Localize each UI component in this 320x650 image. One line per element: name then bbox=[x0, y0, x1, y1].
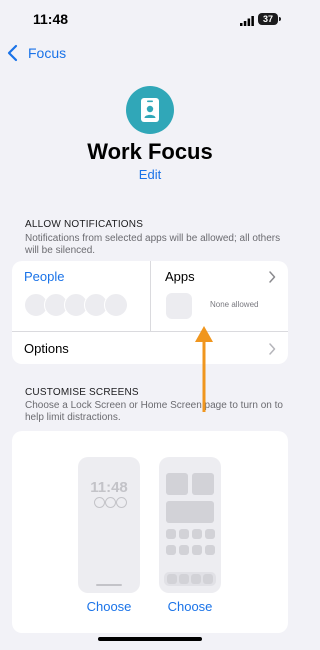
annotation-arrow-icon bbox=[195, 326, 213, 412]
app-icon-placeholder bbox=[191, 574, 201, 584]
chevron-left-icon bbox=[7, 44, 18, 62]
app-icon-placeholder bbox=[179, 529, 189, 539]
app-icon-placeholder bbox=[167, 574, 177, 584]
app-icon-placeholder bbox=[192, 529, 202, 539]
notifications-card: People Apps None allowed Options bbox=[12, 261, 288, 364]
app-icon-placeholder bbox=[179, 574, 189, 584]
app-icon-placeholder bbox=[203, 574, 213, 584]
status-bar: 11:48 37 bbox=[0, 0, 300, 40]
app-icon-placeholder bbox=[192, 545, 202, 555]
people-cell[interactable]: People bbox=[12, 261, 150, 331]
chevron-right-icon bbox=[269, 343, 276, 355]
dock bbox=[164, 572, 216, 586]
app-placeholder-icon bbox=[166, 293, 192, 319]
back-button[interactable]: Focus bbox=[6, 42, 66, 64]
allow-notifications-description: Notifications from selected apps will be… bbox=[25, 233, 281, 256]
apps-status: None allowed bbox=[210, 300, 259, 309]
avatar bbox=[104, 293, 128, 317]
widget-placeholder bbox=[192, 473, 214, 495]
status-time: 11:48 bbox=[33, 11, 69, 27]
allow-notifications-header: ALLOW NOTIFICATIONS bbox=[25, 219, 144, 230]
home-indicator bbox=[98, 637, 202, 641]
choose-lock-screen-button[interactable]: Choose bbox=[78, 599, 140, 614]
widget-placeholder bbox=[166, 501, 214, 523]
app-icon-placeholder bbox=[179, 545, 189, 555]
lock-screen-preview[interactable]: 11:48 bbox=[78, 457, 140, 593]
customise-screens-header: CUSTOMISE SCREENS bbox=[25, 387, 139, 398]
chevron-right-icon bbox=[269, 271, 276, 283]
person-badge-icon bbox=[141, 98, 159, 122]
options-label: Options bbox=[24, 341, 69, 356]
app-icon-placeholder bbox=[166, 529, 176, 539]
lock-screen-time: 11:48 bbox=[90, 479, 128, 496]
screens-card: 11:48 Choose Choose bbox=[12, 431, 288, 633]
app-icon-placeholder bbox=[205, 545, 215, 555]
customise-screens-description: Choose a Lock Screen or Home Screen page… bbox=[25, 400, 283, 423]
home-bar bbox=[96, 584, 122, 586]
widget-circle-icon bbox=[116, 497, 127, 508]
choose-home-screen-button[interactable]: Choose bbox=[159, 599, 221, 614]
widget-placeholder bbox=[166, 473, 188, 495]
battery-icon: 37 bbox=[258, 13, 281, 25]
focus-title: Work Focus bbox=[87, 139, 213, 164]
back-button-label: Focus bbox=[28, 45, 67, 61]
home-screen-preview[interactable] bbox=[159, 457, 221, 593]
edit-button[interactable]: Edit bbox=[0, 167, 300, 182]
widget-circle-icon bbox=[94, 497, 105, 508]
people-label: People bbox=[24, 269, 65, 284]
cellular-signal-icon bbox=[240, 16, 254, 26]
work-focus-icon bbox=[126, 86, 174, 134]
apps-label: Apps bbox=[165, 269, 195, 284]
widget-circle-icon bbox=[105, 497, 116, 508]
app-icon-placeholder bbox=[166, 545, 176, 555]
app-icon-placeholder bbox=[205, 529, 215, 539]
